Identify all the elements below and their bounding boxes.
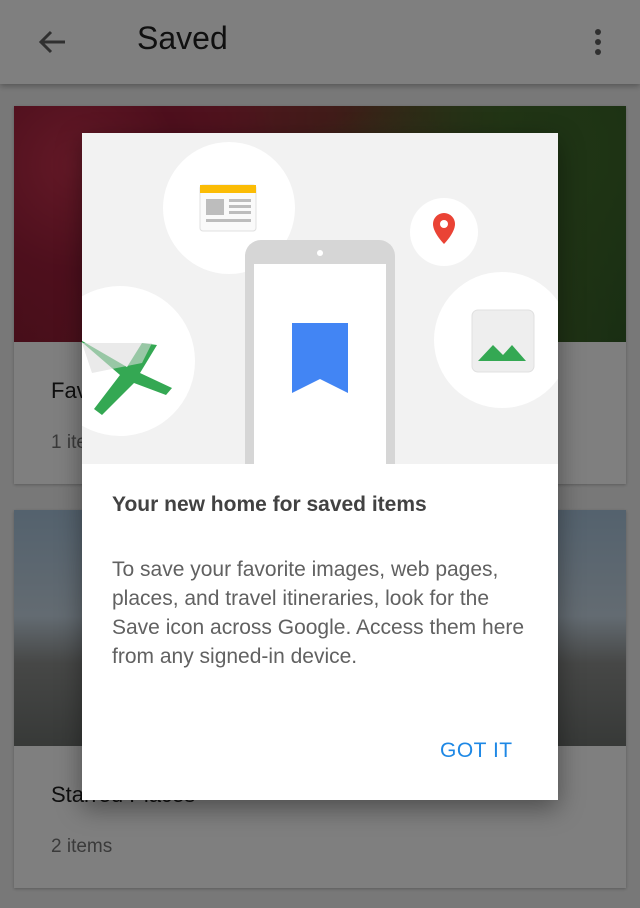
dialog-body: To save your favorite images, web pages,… [112, 558, 525, 668]
dialog-illustration [82, 133, 558, 464]
got-it-button[interactable]: GOT IT [434, 735, 519, 767]
phone-illustration [245, 240, 395, 464]
intro-dialog: Your new home for saved items To save yo… [82, 133, 558, 800]
airplane-icon [82, 286, 195, 436]
image-icon [434, 272, 558, 408]
location-pin-icon [410, 198, 478, 266]
dialog-title: Your new home for saved items [112, 493, 427, 516]
